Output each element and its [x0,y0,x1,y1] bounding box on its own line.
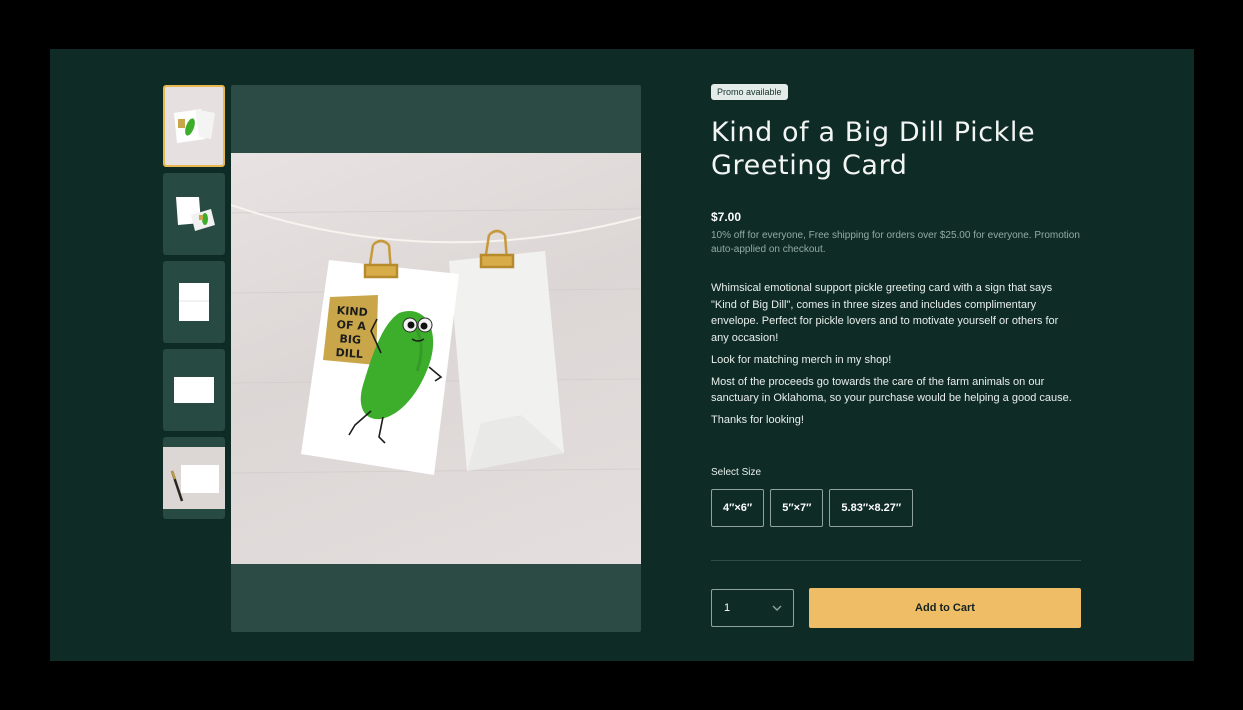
chevron-down-icon [772,605,782,611]
card-back-thumbnail-image [179,283,209,321]
card-sign-line-3: BIG [339,332,361,346]
pickle-card-illustration: KIND OF A BIG DILL [231,204,641,475]
product-photo: KIND OF A BIG DILL [231,153,641,564]
product-page: KIND OF A BIG DILL Promo available Kind … [50,49,1194,661]
description-paragraph: Most of the proceeds go towards the care… [711,375,1072,405]
main-product-image[interactable]: KIND OF A BIG DILL [231,85,641,632]
size-selector-label: Select Size [711,467,762,478]
description-paragraph: Thanks for looking! [711,414,804,426]
size-option-4x6[interactable]: 4″×6″ [711,489,765,527]
add-to-cart-button[interactable]: Add to Cart [809,588,1081,628]
card-front-thumbnail-image [165,87,223,165]
quantity-value: 1 [724,602,731,614]
product-price: $7.00 [711,210,742,224]
card-sign-line-2: OF A [336,318,367,333]
size-option-5x7[interactable]: 5″×7″ [770,489,824,527]
thumbnail-3[interactable] [163,261,225,343]
card-sign-line-4: DILL [335,346,363,361]
description-paragraph: Look for matching merch in my shop! [711,353,892,366]
thumbnail-4[interactable] [163,349,225,431]
thumbnail-5[interactable] [163,437,225,519]
card-envelope-thumbnail-image [176,197,215,231]
thumbnail-1[interactable] [163,85,225,167]
envelope-thumbnail-image [174,377,214,403]
thumbnail-2[interactable] [163,173,225,255]
card-sign-line-1: KIND [336,304,368,319]
quantity-select[interactable]: 1 [711,589,794,627]
product-description: Whimsical emotional support pickle greet… [711,280,1076,434]
promotion-text: 10% off for everyone, Free shipping for … [711,230,1080,255]
size-options: 4″×6″ 5″×7″ 5.83″×8.27″ [711,489,914,527]
size-option-5-83x8-27[interactable]: 5.83″×8.27″ [829,489,914,527]
description-paragraph: Whimsical emotional support pickle greet… [711,282,1059,344]
card-with-pen-thumbnail-image [163,447,225,509]
promo-badge: Promo available [711,84,788,100]
product-title: Kind of a Big Dill Pickle Greeting Card [711,117,1036,181]
divider [711,560,1081,561]
